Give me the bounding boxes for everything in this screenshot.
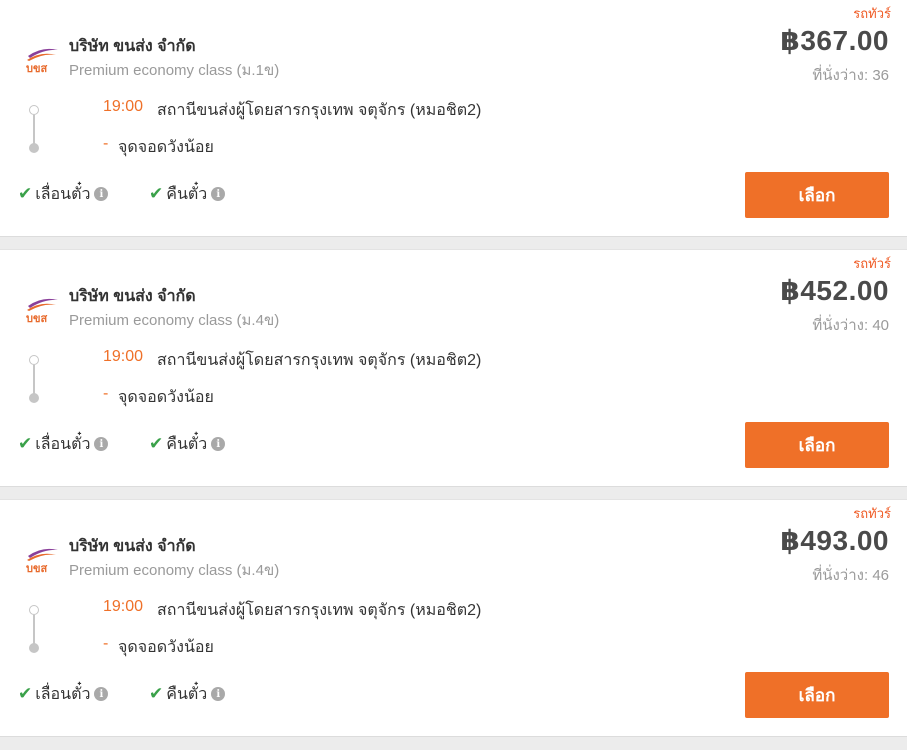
feature-reschedule: ✔ เลื่อนตั๋ว i	[18, 183, 109, 205]
feature-refund: ✔ คืนตั๋ว i	[149, 433, 226, 455]
arrival-station: จุดจอดวังน้อย	[118, 139, 214, 156]
select-button[interactable]: เลือก	[745, 172, 889, 218]
feature-label: เลื่อนตั๋ว	[35, 435, 91, 453]
arrival-dot	[29, 393, 39, 403]
svg-text:บขส: บขส	[26, 62, 48, 74]
seats-available: ที่นั่งว่าง: 36	[812, 67, 889, 84]
check-icon: ✔	[149, 684, 164, 703]
ticket-price: ฿452.00	[780, 275, 889, 306]
svg-text:บขส: บขส	[26, 562, 48, 574]
route-line	[33, 365, 35, 395]
departure-time: 19:00	[103, 98, 144, 115]
bks-logo-icon: บขส	[22, 44, 62, 74]
feature-label: คืนตั๋ว	[166, 185, 208, 203]
seats-available: ที่นั่งว่าง: 46	[812, 567, 889, 584]
departure-time: 19:00	[103, 598, 144, 615]
bus-type-badge: รถทัวร์	[853, 256, 891, 271]
arrival-dot	[29, 643, 39, 653]
arrival-time-placeholder: -	[103, 385, 109, 402]
trip-card[interactable]: บขส บริษัท ขนส่ง จำกัด Premium economy c…	[0, 0, 907, 237]
bus-class: Premium economy class (ม.4ข)	[69, 312, 280, 329]
check-icon: ✔	[18, 184, 33, 203]
check-icon: ✔	[149, 434, 164, 453]
company-name: บริษัท ขนส่ง จำกัด	[69, 538, 196, 555]
info-icon[interactable]: i	[94, 687, 109, 701]
check-icon: ✔	[18, 684, 33, 703]
arrival-station: จุดจอดวังน้อย	[118, 639, 214, 656]
feature-label: คืนตั๋ว	[166, 435, 208, 453]
route-timeline	[29, 105, 39, 153]
feature-refund: ✔ คืนตั๋ว i	[149, 183, 226, 205]
ticket-price: ฿367.00	[780, 25, 889, 56]
info-icon[interactable]: i	[211, 437, 226, 451]
route-timeline	[29, 605, 39, 653]
departure-dot	[29, 355, 39, 365]
info-icon[interactable]: i	[211, 187, 226, 201]
route-timeline	[29, 355, 39, 403]
trip-list: บขส บริษัท ขนส่ง จำกัด Premium economy c…	[0, 0, 907, 750]
select-button[interactable]: เลือก	[745, 672, 889, 718]
svg-text:บขส: บขส	[26, 312, 48, 324]
info-icon[interactable]: i	[94, 187, 109, 201]
company-name: บริษัท ขนส่ง จำกัด	[69, 38, 196, 55]
bus-type-badge: รถทัวร์	[853, 6, 891, 21]
check-icon: ✔	[149, 184, 164, 203]
departure-time: 19:00	[103, 348, 144, 365]
departure-dot	[29, 105, 39, 115]
feature-refund: ✔ คืนตั๋ว i	[149, 683, 226, 705]
check-icon: ✔	[18, 434, 33, 453]
info-icon[interactable]: i	[94, 437, 109, 451]
arrival-time-placeholder: -	[103, 135, 109, 152]
departure-station: สถานีขนส่งผู้โดยสารกรุงเทพ จตุจักร (หมอช…	[157, 102, 482, 119]
bks-logo-icon: บขส	[22, 294, 62, 324]
feature-label: คืนตั๋ว	[166, 685, 208, 703]
select-button[interactable]: เลือก	[745, 422, 889, 468]
departure-station: สถานีขนส่งผู้โดยสารกรุงเทพ จตุจักร (หมอช…	[157, 602, 482, 619]
seats-available: ที่นั่งว่าง: 40	[812, 317, 889, 334]
bus-type-badge: รถทัวร์	[853, 506, 891, 521]
departure-station: สถานีขนส่งผู้โดยสารกรุงเทพ จตุจักร (หมอช…	[157, 352, 482, 369]
trip-card[interactable]: บขส บริษัท ขนส่ง จำกัด Premium economy c…	[0, 499, 907, 737]
trip-card[interactable]: บขส บริษัท ขนส่ง จำกัด Premium economy c…	[0, 249, 907, 487]
bus-class: Premium economy class (ม.4ข)	[69, 562, 280, 579]
company-name: บริษัท ขนส่ง จำกัด	[69, 288, 196, 305]
ticket-price: ฿493.00	[780, 525, 889, 556]
feature-label: เลื่อนตั๋ว	[35, 685, 91, 703]
info-icon[interactable]: i	[211, 687, 226, 701]
feature-label: เลื่อนตั๋ว	[35, 185, 91, 203]
route-line	[33, 615, 35, 645]
arrival-station: จุดจอดวังน้อย	[118, 389, 214, 406]
arrival-time-placeholder: -	[103, 635, 109, 652]
departure-dot	[29, 605, 39, 615]
bks-logo-icon: บขส	[22, 544, 62, 574]
arrival-dot	[29, 143, 39, 153]
feature-reschedule: ✔ เลื่อนตั๋ว i	[18, 433, 109, 455]
feature-reschedule: ✔ เลื่อนตั๋ว i	[18, 683, 109, 705]
bus-class: Premium economy class (ม.1ข)	[69, 62, 280, 79]
route-line	[33, 115, 35, 145]
